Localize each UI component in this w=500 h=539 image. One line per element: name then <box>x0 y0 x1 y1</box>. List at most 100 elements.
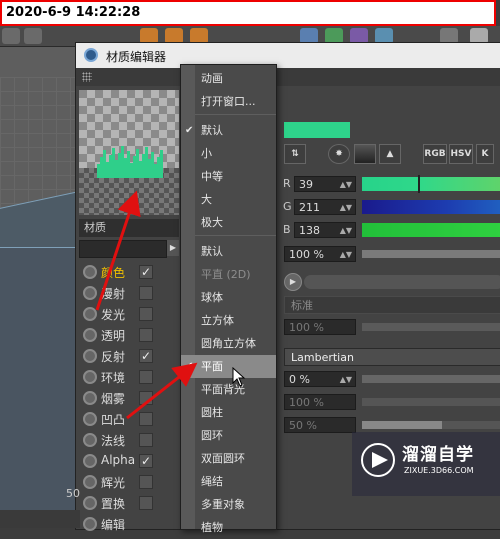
channel-row[interactable]: 编辑 <box>79 513 179 534</box>
b-gradient-slider[interactable] <box>362 223 500 237</box>
menu-item[interactable]: 球体 <box>181 286 276 309</box>
brightness-field[interactable]: 100 % ▲▼ <box>284 246 356 262</box>
undo-icon[interactable] <box>2 28 20 44</box>
grip-icon[interactable] <box>82 72 92 82</box>
g-gradient-slider[interactable] <box>362 200 500 214</box>
channel-checkbox[interactable]: ✓ <box>139 265 153 279</box>
mix-strength-field[interactable]: 100 % <box>284 319 356 335</box>
menu-item[interactable]: 默认 <box>181 240 276 263</box>
mode-hsv-button[interactable]: HSV <box>449 144 473 164</box>
channel-checkbox[interactable] <box>139 412 153 426</box>
spinner-icon[interactable]: ▲▼ <box>340 177 352 193</box>
channel-row[interactable]: 凹凸 <box>79 408 179 429</box>
texture-picker-icon[interactable]: ⇅ <box>284 144 306 164</box>
radio-icon[interactable] <box>83 475 97 489</box>
menu-item[interactable]: 多重对象 <box>181 493 276 516</box>
radio-icon[interactable] <box>83 412 97 426</box>
menu-item[interactable]: 打开窗口... <box>181 90 276 113</box>
spinner-icon[interactable]: ▲▼ <box>340 223 352 239</box>
radio-icon[interactable] <box>83 370 97 384</box>
menu-item[interactable]: 圆柱 <box>181 401 276 424</box>
channel-checkbox[interactable] <box>139 496 153 510</box>
channel-checkbox[interactable] <box>139 307 153 321</box>
arrow-right-icon[interactable]: ▶ <box>167 240 179 256</box>
radio-icon[interactable] <box>83 349 97 363</box>
diffuse-falloff-slider[interactable] <box>362 398 500 406</box>
radio-icon[interactable] <box>83 517 97 531</box>
roughness-slider[interactable] <box>362 375 500 383</box>
radio-icon[interactable] <box>83 454 97 468</box>
redo-icon[interactable] <box>24 28 42 44</box>
channel-checkbox[interactable] <box>139 391 153 405</box>
radio-icon[interactable] <box>83 307 97 321</box>
mode-k-button[interactable]: K <box>476 144 494 164</box>
channel-checkbox[interactable]: ✓ <box>139 454 153 468</box>
channel-checkbox[interactable] <box>139 328 153 342</box>
menu-item[interactable]: 平面背光 <box>181 378 276 401</box>
mix-strength-slider[interactable] <box>362 323 500 331</box>
r-slider-handle[interactable] <box>418 175 420 193</box>
channel-checkbox[interactable] <box>139 370 153 384</box>
diffuse-level-slider[interactable] <box>362 421 500 429</box>
material-search-input[interactable] <box>79 240 167 258</box>
color-wheel-icon[interactable]: ✸ <box>328 144 350 164</box>
material-preview[interactable] <box>79 90 179 215</box>
b-value-field[interactable]: 138 ▲▼ <box>294 222 356 238</box>
channel-row[interactable]: Alpha ✓ <box>79 450 179 471</box>
image-icon[interactable]: ▲ <box>379 144 401 164</box>
menu-item[interactable]: 圆角立方体 <box>181 332 276 355</box>
channel-row[interactable]: 反射 ✓ <box>79 345 179 366</box>
menu-item[interactable]: 圆环 <box>181 424 276 447</box>
channel-row[interactable]: 环境 <box>79 366 179 387</box>
radio-icon[interactable] <box>83 391 97 405</box>
menu-item[interactable]: ✔ 默认 <box>181 119 276 142</box>
channel-checkbox[interactable] <box>139 286 153 300</box>
channel-row[interactable]: 颜色 ✓ <box>79 261 179 282</box>
radio-icon[interactable] <box>83 286 97 300</box>
r-gradient-slider[interactable] <box>362 177 500 191</box>
brightness-slider[interactable] <box>362 250 500 258</box>
radio-icon[interactable] <box>83 433 97 447</box>
channel-row[interactable]: 漫射 <box>79 282 179 303</box>
diffuse-falloff-field[interactable]: 100 % <box>284 394 356 410</box>
menu-item[interactable]: 双面圆环 <box>181 447 276 470</box>
menu-item[interactable]: 极大 <box>181 211 276 234</box>
channel-row[interactable]: 辉光 <box>79 471 179 492</box>
radio-icon[interactable] <box>83 265 97 279</box>
channel-row[interactable]: 法线 <box>79 429 179 450</box>
texture-row[interactable]: ▶ <box>284 273 500 291</box>
menu-item[interactable]: 中等 <box>181 165 276 188</box>
spinner-icon[interactable]: ▲▼ <box>340 247 352 263</box>
channel-row[interactable]: 烟雾 <box>79 387 179 408</box>
channel-label: 辉光 <box>101 476 126 490</box>
menu-item[interactable]: 大 <box>181 188 276 211</box>
radio-icon[interactable] <box>83 496 97 510</box>
viewport-grid-label: 50 <box>66 487 80 500</box>
radio-icon[interactable] <box>83 328 97 342</box>
channel-row[interactable]: 透明 <box>79 324 179 345</box>
roughness-field[interactable]: 0 % ▲▼ <box>284 371 356 387</box>
color-swatch[interactable] <box>284 122 350 138</box>
menu-item[interactable]: 小 <box>181 142 276 165</box>
channel-checkbox[interactable] <box>139 475 153 489</box>
spinner-icon[interactable]: ▲▼ <box>340 200 352 216</box>
shading-model-dropdown[interactable]: Lambertian <box>284 348 500 366</box>
g-value-field[interactable]: 211 ▲▼ <box>294 199 356 215</box>
menu-item[interactable]: ✔ 平面 <box>181 355 276 378</box>
texture-expand-icon[interactable]: ▶ <box>284 273 302 291</box>
spinner-icon[interactable]: ▲▼ <box>340 372 352 388</box>
menu-item[interactable]: 动画 <box>181 67 276 90</box>
menu-item[interactable]: 绳结 <box>181 470 276 493</box>
mode-rgb-button[interactable]: RGB <box>423 144 447 164</box>
channel-row[interactable]: 发光 <box>79 303 179 324</box>
channel-row[interactable]: 置换 <box>79 492 179 513</box>
diffuse-level-field[interactable]: 50 % <box>284 417 356 433</box>
channel-checkbox[interactable]: ✓ <box>139 349 153 363</box>
material-editor-titlebar[interactable]: 材质编辑器 <box>76 43 500 68</box>
mix-mode-dropdown[interactable]: 标准 <box>284 296 500 314</box>
spectrum-icon[interactable] <box>354 144 376 164</box>
texture-slot[interactable] <box>304 275 500 289</box>
channel-checkbox[interactable] <box>139 433 153 447</box>
menu-item[interactable]: 立方体 <box>181 309 276 332</box>
r-value-field[interactable]: 39 ▲▼ <box>294 176 356 192</box>
